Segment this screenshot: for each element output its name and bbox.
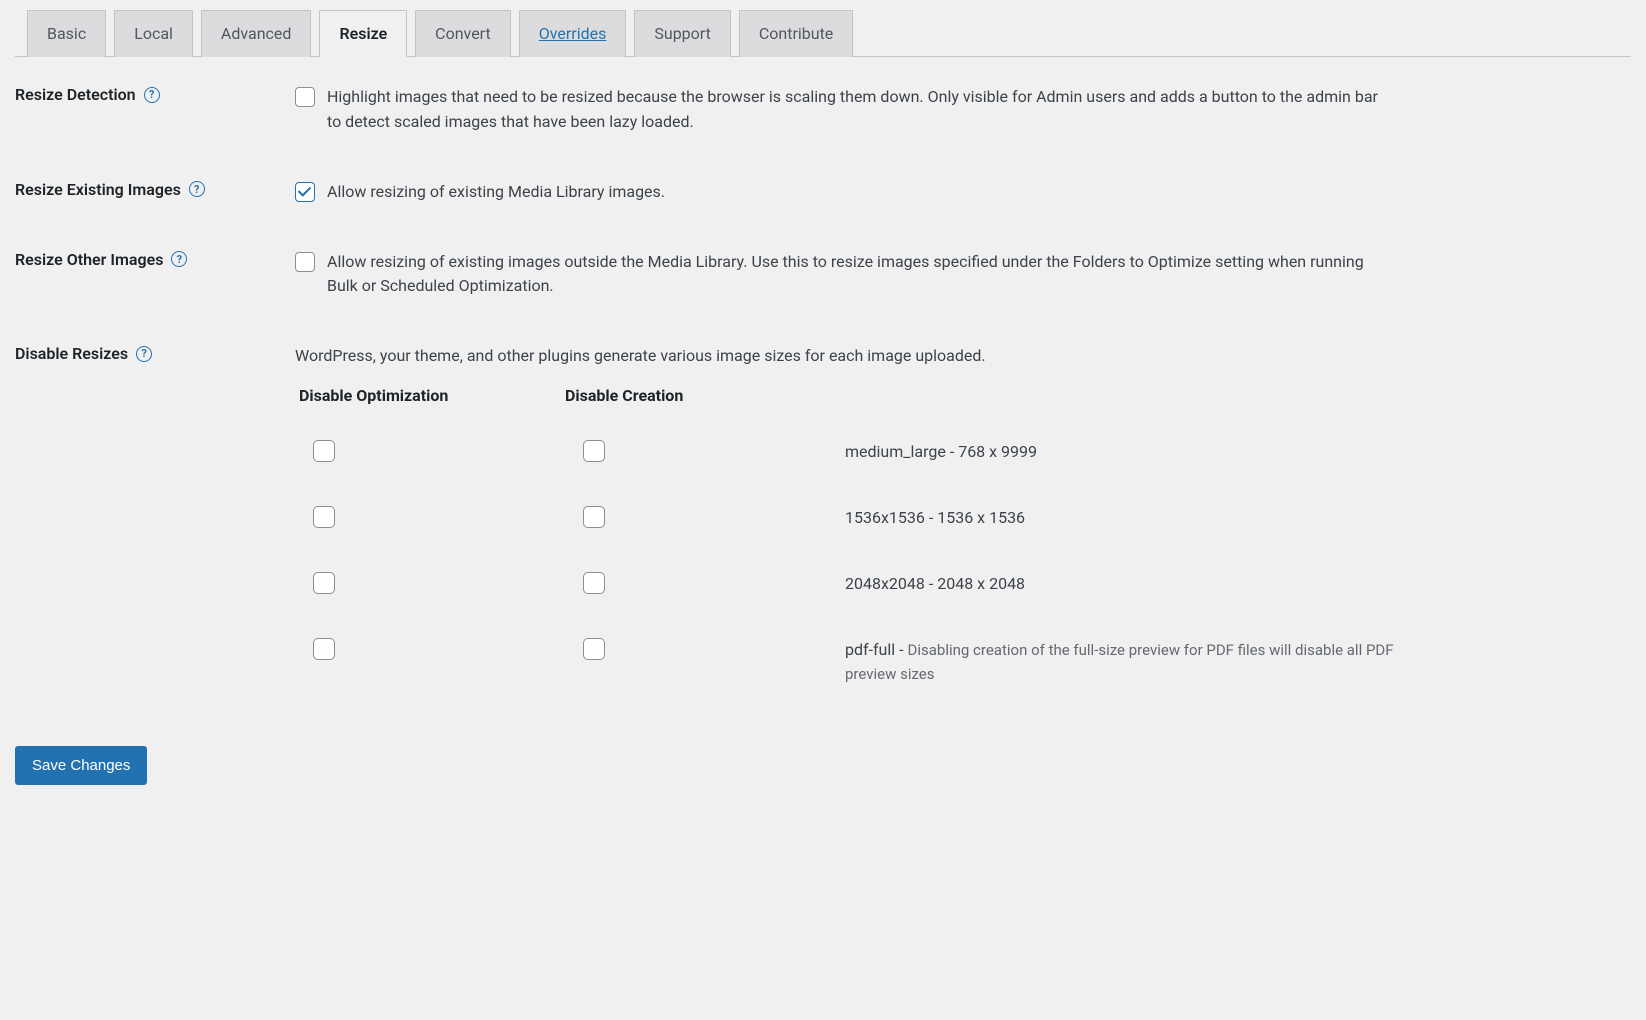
checkbox-line-existing[interactable]: Allow resizing of existing Media Library…: [295, 180, 1395, 205]
checkbox-line-other[interactable]: Allow resizing of existing images outsid…: [295, 250, 1395, 300]
row-resize-existing: Resize Existing Images ? Allow resizing …: [15, 180, 1631, 205]
row-resize-detection: Resize Detection ? Highlight images that…: [15, 85, 1631, 135]
label-resize-existing: Resize Existing Images ?: [15, 180, 295, 199]
label-text: Resize Other Images: [15, 250, 163, 269]
row-disable-resizes: Disable Resizes ? WordPress, your theme,…: [15, 344, 1631, 368]
checkbox-disable-optimization[interactable]: [313, 572, 335, 594]
help-icon[interactable]: ?: [136, 346, 152, 362]
sizes-header: Disable Optimization Disable Creation: [295, 386, 1395, 405]
content-disable-resizes: WordPress, your theme, and other plugins…: [295, 344, 1395, 368]
tab-local[interactable]: Local: [114, 10, 193, 57]
size-row: 2048x2048 - 2048 x 2048: [295, 572, 1395, 598]
checkbox-label-other: Allow resizing of existing images outsid…: [327, 250, 1395, 300]
tab-convert[interactable]: Convert: [415, 10, 511, 57]
checkbox-disable-creation[interactable]: [583, 506, 605, 528]
checkbox-disable-optimization[interactable]: [313, 506, 335, 528]
size-row: medium_large - 768 x 9999: [295, 440, 1395, 466]
tab-support[interactable]: Support: [634, 10, 730, 57]
label-resize-detection: Resize Detection ?: [15, 85, 295, 104]
help-icon[interactable]: ?: [189, 181, 205, 197]
content-resize-existing: Allow resizing of existing Media Library…: [295, 180, 1395, 205]
size-name: medium_large - 768 x 9999: [845, 442, 1037, 461]
checkbox-label-existing: Allow resizing of existing Media Library…: [327, 180, 665, 205]
checkbox-disable-creation[interactable]: [583, 572, 605, 594]
label-disable-resizes: Disable Resizes ?: [15, 344, 295, 363]
checkbox-label-detection: Highlight images that need to be resized…: [327, 85, 1395, 135]
checkbox-existing[interactable]: [295, 182, 315, 202]
size-row: pdf-full - Disabling creation of the ful…: [295, 638, 1395, 686]
help-icon[interactable]: ?: [144, 87, 160, 103]
size-desc: 1536x1536 - 1536 x 1536: [845, 506, 1395, 530]
tab-basic[interactable]: Basic: [27, 10, 106, 57]
checkbox-disable-optimization[interactable]: [313, 638, 335, 660]
checkbox-disable-creation[interactable]: [583, 638, 605, 660]
size-desc: 2048x2048 - 2048 x 2048: [845, 572, 1395, 596]
row-sizes-table: Disable Optimization Disable Creation me…: [15, 386, 1631, 726]
tab-contribute[interactable]: Contribute: [739, 10, 853, 57]
tab-overrides[interactable]: Overrides: [519, 10, 627, 57]
col-header-desc: [845, 386, 1395, 405]
checkbox-other[interactable]: [295, 252, 315, 272]
label-text: Resize Existing Images: [15, 180, 181, 199]
size-name: 2048x2048 - 2048 x 2048: [845, 574, 1025, 593]
save-button[interactable]: Save Changes: [15, 746, 147, 785]
size-name: pdf-full -: [845, 640, 908, 659]
size-note: Disabling creation of the full-size prev…: [845, 641, 1394, 683]
size-desc: pdf-full - Disabling creation of the ful…: [845, 638, 1395, 686]
tab-resize[interactable]: Resize: [319, 10, 407, 57]
content-resize-detection: Highlight images that need to be resized…: [295, 85, 1395, 135]
settings-tabs: Basic Local Advanced Resize Convert Over…: [15, 10, 1631, 57]
label-resize-other: Resize Other Images ?: [15, 250, 295, 269]
checkbox-line-detection[interactable]: Highlight images that need to be resized…: [295, 85, 1395, 135]
size-row: 1536x1536 - 1536 x 1536: [295, 506, 1395, 532]
label-text: Resize Detection: [15, 85, 136, 104]
help-icon[interactable]: ?: [171, 251, 187, 267]
size-name: 1536x1536 - 1536 x 1536: [845, 508, 1025, 527]
sizes-table: Disable Optimization Disable Creation me…: [295, 386, 1395, 726]
row-resize-other: Resize Other Images ? Allow resizing of …: [15, 250, 1631, 300]
checkbox-disable-creation[interactable]: [583, 440, 605, 462]
checkbox-disable-optimization[interactable]: [313, 440, 335, 462]
disable-intro: WordPress, your theme, and other plugins…: [295, 344, 1395, 368]
label-text: Disable Resizes: [15, 344, 128, 363]
col-header-creation: Disable Creation: [565, 386, 845, 405]
col-header-optimization: Disable Optimization: [295, 386, 565, 405]
form-area: Resize Detection ? Highlight images that…: [15, 85, 1631, 785]
checkbox-detection[interactable]: [295, 87, 315, 107]
content-resize-other: Allow resizing of existing images outsid…: [295, 250, 1395, 300]
size-desc: medium_large - 768 x 9999: [845, 440, 1395, 464]
tab-advanced[interactable]: Advanced: [201, 10, 312, 57]
